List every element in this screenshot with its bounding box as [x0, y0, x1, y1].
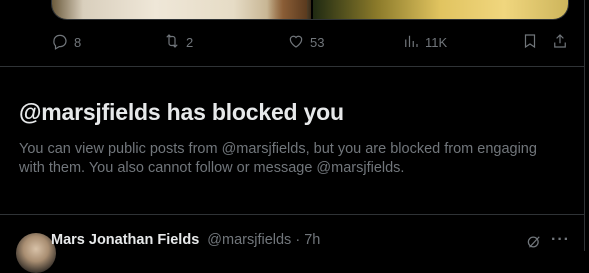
reply-button[interactable]: 8 — [51, 32, 81, 53]
like-count: 53 — [310, 34, 325, 50]
reply-count: 8 — [74, 34, 82, 50]
repost-button[interactable]: 2 — [163, 32, 193, 53]
views-button[interactable]: 11K — [402, 32, 447, 53]
share-icon — [551, 32, 569, 53]
share-button[interactable] — [551, 32, 569, 53]
tweet-time[interactable]: · 7h — [295, 232, 320, 248]
bookmark-icon — [521, 32, 539, 53]
grok-button[interactable] — [525, 233, 543, 251]
reply-icon — [51, 32, 69, 53]
tweet-header: Mars Jonathan Fields @marsjfields · 7h — [51, 232, 320, 248]
grok-icon — [525, 236, 543, 255]
tweet-media[interactable] — [51, 0, 569, 20]
media-image-1[interactable] — [52, 0, 311, 19]
timeline-column: 8 2 53 11K @marsjfields has blocked you … — [0, 0, 585, 273]
repost-count: 2 — [186, 34, 194, 50]
media-image-2[interactable] — [313, 0, 568, 19]
tweet-action-bar: 8 2 53 11K — [51, 31, 569, 53]
views-icon — [402, 32, 420, 53]
heart-icon — [287, 32, 305, 53]
blocked-notice-title: @marsjfields has blocked you — [19, 99, 344, 125]
author-name[interactable]: Mars Jonathan Fields — [51, 232, 199, 248]
views-count: 11K — [425, 34, 448, 50]
divider — [0, 66, 584, 67]
tweet[interactable]: Mars Jonathan Fields @marsjfields · 7h ·… — [0, 215, 584, 273]
author-handle[interactable]: @marsjfields — [207, 232, 291, 248]
avatar[interactable] — [16, 233, 56, 273]
scrollbar[interactable] — [585, 0, 589, 251]
bookmark-button[interactable] — [521, 32, 539, 53]
like-button[interactable]: 53 — [287, 32, 324, 53]
more-options-button[interactable]: ··· — [551, 231, 570, 249]
repost-icon — [163, 32, 181, 53]
blocked-notice-body: You can view public posts from @marsjfie… — [19, 141, 537, 176]
